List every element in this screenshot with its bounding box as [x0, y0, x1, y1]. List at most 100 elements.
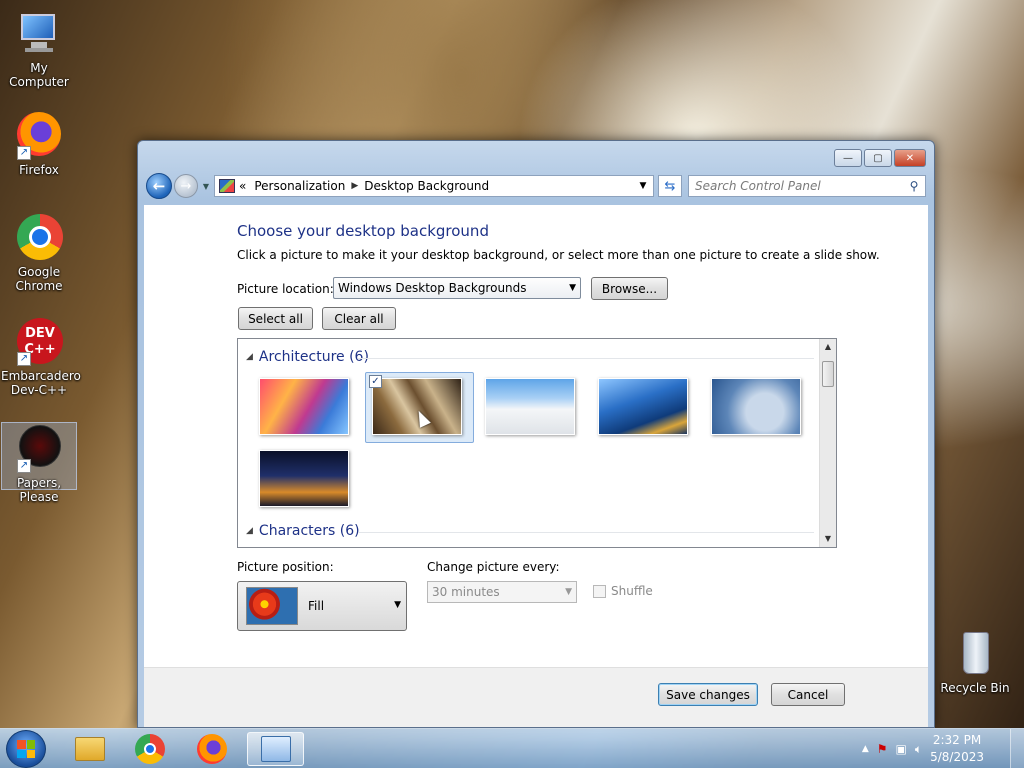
network-icon[interactable]: ▣ — [896, 742, 907, 756]
desktop-icon-label: Google Chrome — [15, 265, 63, 293]
close-button[interactable]: ✕ — [894, 149, 926, 167]
group-header-characters[interactable]: ◢ Characters (6) — [246, 523, 360, 539]
window-controls: — ▢ ✕ — [834, 149, 926, 167]
navigation-bar: ← → ▼ « Personalization ▶ Desktop Backgr… — [146, 173, 926, 199]
desktop-icon-chrome[interactable]: Google Chrome — [1, 214, 77, 293]
picture-position-value: Fill — [308, 599, 325, 613]
desktop-icon-label: Papers, Please — [16, 476, 62, 504]
forward-arrow-icon: → — [180, 178, 192, 194]
desktop-icon-recycle-bin[interactable]: Recycle Bin — [937, 630, 1013, 695]
search-icon[interactable]: ⚲ — [903, 179, 925, 193]
group-divider — [358, 358, 814, 359]
desktop-icon-label: My Computer — [9, 61, 69, 89]
desktop-background-window: — ▢ ✕ ← → ▼ « Personalization ▶ Desktop … — [137, 140, 935, 728]
control-panel-icon — [260, 736, 291, 762]
breadcrumb-prefix[interactable]: « — [239, 179, 246, 193]
change-picture-value: 30 minutes — [432, 585, 500, 599]
position-preview-image — [246, 587, 298, 625]
group-header-architecture[interactable]: ◢ Architecture (6) — [246, 349, 369, 365]
address-dropdown-button[interactable]: ▼ — [633, 181, 653, 191]
change-picture-select[interactable]: 30 minutes ▼ — [427, 581, 577, 603]
maximize-button[interactable]: ▢ — [864, 149, 892, 167]
forward-button[interactable]: → — [174, 174, 198, 198]
scroll-down-icon[interactable]: ▼ — [820, 531, 836, 547]
system-tray: ▲ ⚑ ▣ 🔈︎ 2:32 PM 5/8/2023 — [862, 729, 984, 768]
desktop-icon-devcpp[interactable]: DEV C++ ↗ Embarcadero Dev-C++ — [1, 318, 81, 397]
clock-time: 2:32 PM — [932, 733, 982, 747]
back-button[interactable]: ← — [146, 173, 172, 199]
back-arrow-icon: ← — [152, 177, 166, 195]
change-picture-label: Change picture every: — [427, 560, 560, 574]
search-input[interactable] — [695, 179, 903, 193]
desktop-icon-papers-please[interactable]: ↗ Papers, Please — [1, 422, 77, 504]
shortcut-arrow-icon: ↗ — [17, 352, 31, 366]
start-button[interactable] — [6, 730, 46, 768]
select-all-button[interactable]: Select all — [238, 307, 313, 330]
computer-icon — [15, 10, 63, 58]
picture-location-select[interactable]: Windows Desktop Backgrounds ▼ — [333, 277, 581, 299]
chevron-down-icon: ▼ — [639, 181, 647, 191]
desktop-icon-my-computer[interactable]: My Computer — [1, 10, 77, 89]
thumbnail-architecture-6[interactable] — [259, 450, 349, 507]
thumbnail-architecture-1[interactable] — [259, 378, 349, 435]
browse-button[interactable]: Browse... — [591, 277, 668, 300]
picture-position-select[interactable]: Fill ▼ — [237, 581, 407, 631]
shuffle-checkbox[interactable]: Shuffle — [593, 584, 653, 598]
taskbar: ▲ ⚑ ▣ 🔈︎ 2:32 PM 5/8/2023 — [0, 728, 1024, 768]
dialog-footer: Save changes Cancel — [144, 667, 928, 727]
gallery-scrollbar[interactable]: ▲ ▼ — [819, 339, 836, 547]
desktop-icon-label: Embarcadero Dev-C++ — [1, 369, 81, 397]
thumbnail-architecture-2[interactable] — [372, 378, 462, 435]
firefox-icon: ↗ — [15, 112, 63, 160]
breadcrumb-personalization[interactable]: Personalization — [254, 179, 345, 193]
clock[interactable]: 2:32 PM 5/8/2023 — [930, 732, 984, 766]
desktop-icon-label: Recycle Bin — [940, 681, 1010, 695]
papers-please-icon: ↗ — [15, 425, 63, 473]
search-box[interactable]: ⚲ — [688, 175, 926, 197]
group-name: Characters (6) — [258, 523, 360, 539]
control-panel-icon — [219, 179, 235, 193]
breadcrumb-separator-icon[interactable]: ▶ — [351, 181, 358, 191]
minimize-button[interactable]: — — [834, 149, 862, 167]
recycle-bin-icon — [951, 630, 999, 678]
taskbar-firefox[interactable] — [186, 732, 238, 766]
thumbnail-architecture-4[interactable] — [598, 378, 688, 435]
scroll-up-icon[interactable]: ▲ — [820, 339, 836, 355]
breadcrumb-desktop-background[interactable]: Desktop Background — [364, 179, 489, 193]
shortcut-arrow-icon: ↗ — [17, 146, 31, 160]
maximize-icon: ▢ — [873, 152, 883, 164]
chevron-down-icon: ▼ — [202, 181, 210, 191]
picture-location-label: Picture location: — [237, 282, 334, 296]
thumbnail-architecture-3[interactable] — [485, 378, 575, 435]
refresh-icon: ⇆ — [664, 178, 676, 194]
windows-logo-icon — [17, 740, 35, 758]
show-desktop-button[interactable] — [1010, 729, 1024, 768]
page-title: Choose your desktop background — [237, 222, 489, 240]
volume-icon[interactable]: 🔈︎ — [915, 742, 922, 757]
save-changes-button[interactable]: Save changes — [658, 683, 758, 706]
refresh-button[interactable]: ⇆ — [658, 175, 682, 197]
chevron-down-icon: ▼ — [394, 600, 401, 610]
desktop-icon-label: Firefox — [19, 163, 59, 177]
folder-icon — [75, 737, 105, 761]
taskbar-chrome[interactable] — [124, 732, 176, 766]
firefox-icon — [197, 734, 227, 764]
checkbox-box[interactable] — [593, 584, 606, 598]
content-pane: Choose your desktop background Click a p… — [144, 205, 928, 727]
show-hidden-icons-icon[interactable]: ▲ — [862, 744, 869, 754]
collapse-triangle-icon: ◢ — [246, 526, 253, 536]
desktop-icon-firefox[interactable]: ↗ Firefox — [1, 112, 77, 177]
thumbnail-checkbox[interactable]: ✓ — [369, 375, 382, 388]
chevron-down-icon: ▼ — [565, 587, 572, 597]
cancel-button[interactable]: Cancel — [771, 683, 845, 706]
chrome-icon — [15, 214, 63, 262]
address-bar[interactable]: « Personalization ▶ Desktop Background ▼ — [214, 175, 654, 197]
shortcut-arrow-icon: ↗ — [17, 459, 31, 473]
taskbar-explorer[interactable] — [64, 732, 116, 766]
clear-all-button[interactable]: Clear all — [322, 307, 396, 330]
thumbnail-architecture-5[interactable] — [711, 378, 801, 435]
scrollbar-thumb[interactable] — [822, 361, 834, 387]
taskbar-control-panel[interactable] — [247, 732, 304, 766]
recent-pages-dropdown[interactable]: ▼ — [200, 182, 212, 191]
action-center-flag-icon[interactable]: ⚑ — [877, 742, 888, 756]
